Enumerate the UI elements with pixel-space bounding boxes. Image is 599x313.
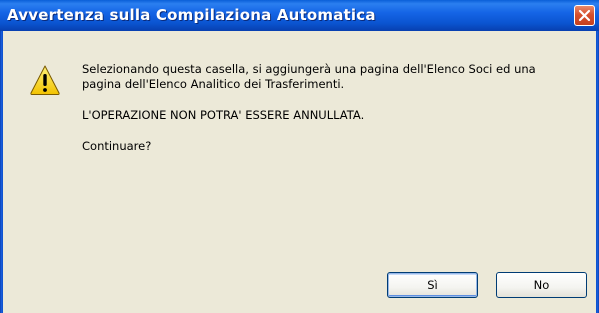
message-line-3: L'OPERAZIONE NON POTRA' ESSERE ANNULLATA… [82, 108, 365, 122]
message-line-1: Selezionando questa casella, si aggiunge… [82, 62, 536, 76]
window-title: Avvertenza sulla Compilaziona Automatica [7, 6, 376, 24]
close-button[interactable] [574, 5, 595, 26]
dialog-body: Selezionando questa casella, si aggiunge… [3, 31, 596, 313]
title-bar[interactable]: Avvertenza sulla Compilaziona Automatica [0, 0, 599, 31]
dialog-window: Avvertenza sulla Compilaziona Automatica… [0, 0, 599, 313]
no-button[interactable]: No [496, 272, 587, 298]
close-icon [578, 9, 591, 22]
yes-button[interactable]: Sì [387, 272, 478, 298]
message-line-4: Continuare? [82, 139, 152, 153]
message-line-2: pagina dell'Elenco Analitico dei Trasfer… [82, 77, 345, 91]
warning-icon [30, 65, 60, 95]
